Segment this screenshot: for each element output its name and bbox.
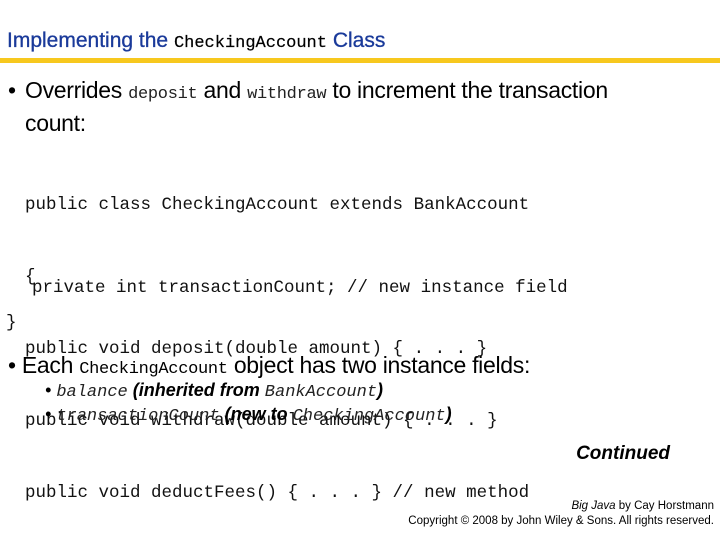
book-title: Big Java: [571, 500, 616, 512]
sub-bullet-transactioncount: • transactionCount (new to CheckingAccou…: [45, 404, 452, 426]
slide-title: Implementing the CheckingAccount Class: [7, 29, 386, 53]
bullet-icon: •: [45, 380, 52, 400]
bullet-icon: •: [8, 352, 16, 378]
bullet-text: to increment the transaction: [332, 77, 608, 103]
code-line-private: private int transactionCount; // new ins…: [32, 278, 568, 298]
code-checkingaccount-2: CheckingAccount: [292, 407, 446, 426]
author: by Cay Horstmann: [618, 500, 714, 512]
code-block: public class CheckingAccount extends Ban…: [25, 145, 529, 529]
bullet-overrides: • Overrides deposit and withdraw to incre…: [8, 76, 708, 137]
code-balance: balance: [56, 383, 128, 402]
sub-bullet-text: new to: [230, 404, 288, 424]
bullet-text: count:: [25, 110, 86, 136]
title-underline: [0, 58, 720, 63]
title-prefix: Implementing the: [7, 29, 169, 52]
continued-label: Continued: [576, 443, 670, 464]
paren: ): [377, 380, 384, 400]
paren: ): [445, 404, 452, 424]
sub-bullet-balance: • balance (inherited from BankAccount): [45, 380, 383, 402]
bullet-icon: •: [8, 77, 16, 103]
code-deposit: deposit: [128, 85, 198, 104]
bullet-text: object has two instance fields:: [233, 352, 531, 378]
code-bankaccount: BankAccount: [264, 383, 378, 402]
bullet-text: Overrides: [25, 77, 122, 103]
code-checkingaccount: CheckingAccount: [79, 360, 228, 379]
bullet-text: and: [203, 77, 242, 103]
code-transactioncount: transactionCount: [56, 407, 220, 426]
code-line-close: }: [6, 313, 17, 333]
bullet-text: Each: [21, 352, 74, 378]
sub-bullet-text: (inherited from: [132, 380, 260, 400]
bullet-instance-fields: • Each CheckingAccount object has two in…: [8, 352, 530, 379]
copyright: Copyright © 2008 by John Wiley & Sons. A…: [408, 515, 714, 527]
bullet-icon: •: [45, 404, 52, 424]
code-withdraw: withdraw: [247, 85, 327, 104]
footer-credit: Big Java by Cay Horstmann Copyright © 20…: [408, 499, 714, 529]
title-code: CheckingAccount: [173, 34, 327, 53]
title-suffix: Class: [332, 29, 386, 52]
code-line: public class CheckingAccount extends Ban…: [25, 195, 530, 215]
